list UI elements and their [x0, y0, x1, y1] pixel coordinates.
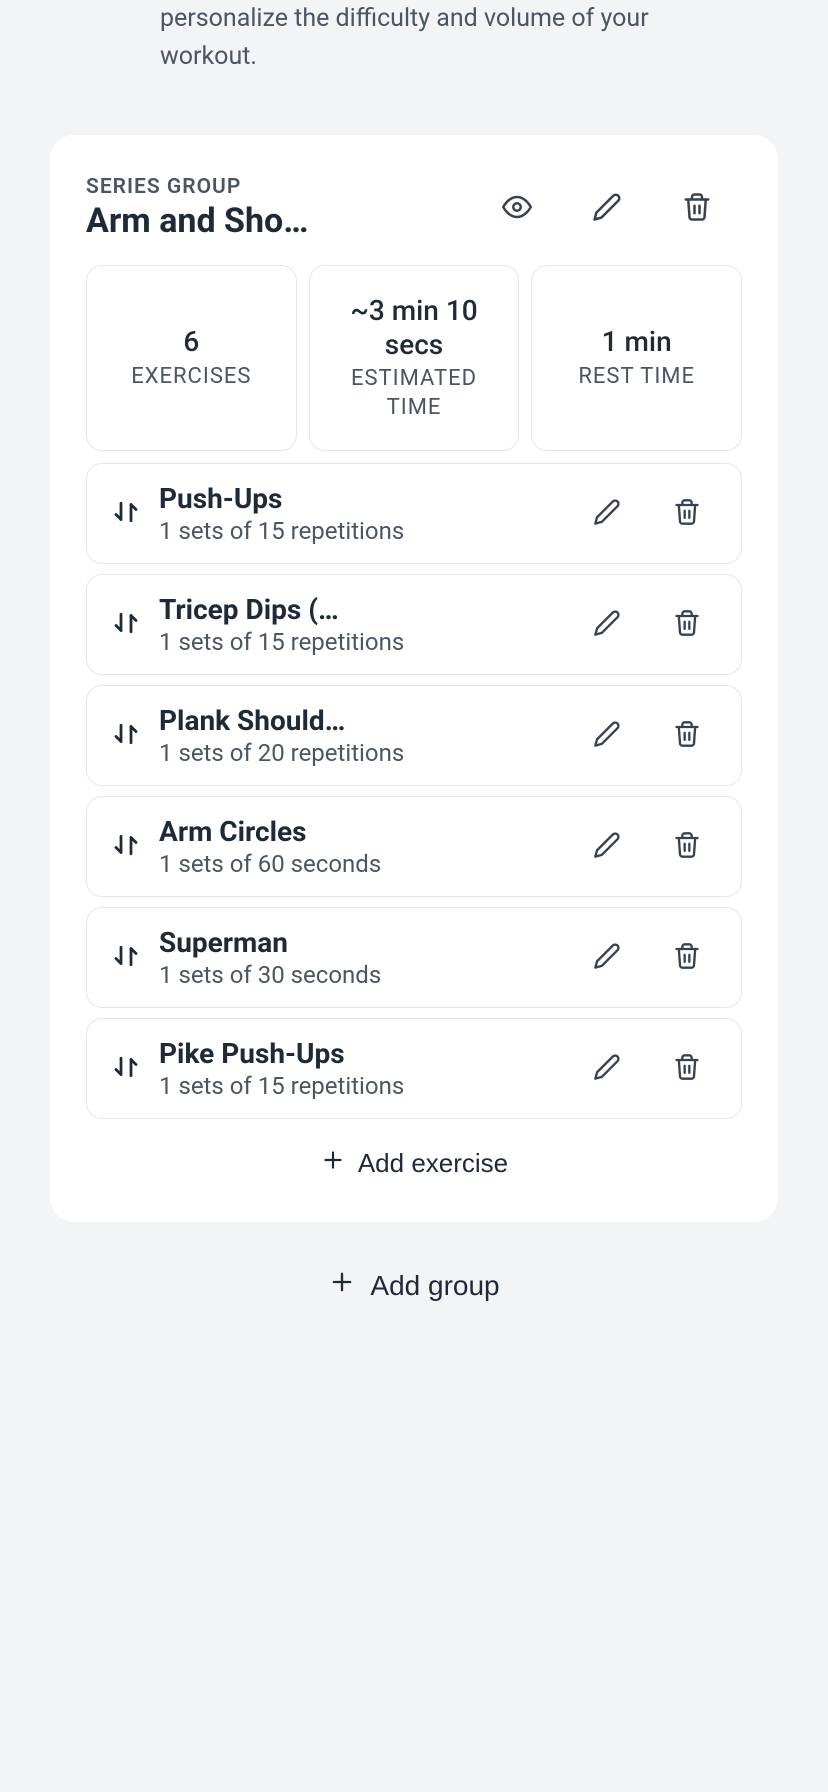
pencil-icon [593, 498, 621, 529]
exercise-name: Plank Should… [159, 704, 559, 737]
reorder-handle[interactable] [101, 822, 159, 872]
stat-label: REST TIME [578, 363, 695, 392]
exercise-name: Superman [159, 926, 559, 959]
trash-icon [673, 609, 701, 640]
add-group-label: Add group [370, 1270, 499, 1302]
reorder-handle[interactable] [101, 489, 159, 539]
trash-icon [673, 1053, 701, 1084]
exercise-row: Superman1 sets of 30 seconds [86, 907, 742, 1008]
edit-exercise-button[interactable] [567, 710, 647, 761]
stat-rest-time: 1 min REST TIME [531, 265, 742, 451]
exercise-detail: 1 sets of 15 repetitions [159, 1072, 559, 1100]
exercise-name: Push-Ups [159, 482, 559, 515]
sort-arrows-icon [111, 497, 141, 531]
group-header: SERIES GROUP Arm and Sho… [86, 175, 742, 241]
group-eyebrow: SERIES GROUP [86, 175, 472, 199]
reorder-handle[interactable] [101, 711, 159, 761]
delete-exercise-button[interactable] [647, 488, 727, 539]
add-exercise-label: Add exercise [358, 1148, 508, 1179]
series-group-card: SERIES GROUP Arm and Sho… 6 EXERCISES ~3… [50, 135, 778, 1222]
exercise-row: Arm Circles1 sets of 60 seconds [86, 796, 742, 897]
exercise-name: Tricep Dips (… [159, 593, 559, 626]
sort-arrows-icon [111, 830, 141, 864]
exercise-row: Tricep Dips (…1 sets of 15 repetitions [86, 574, 742, 675]
trash-icon [682, 192, 712, 225]
edit-group-button[interactable] [562, 176, 652, 241]
delete-group-button[interactable] [652, 176, 742, 241]
plus-icon [328, 1268, 356, 1303]
group-title: Arm and Sho… [86, 201, 316, 241]
exercise-info: Push-Ups1 sets of 15 repetitions [159, 482, 567, 545]
pencil-icon [593, 609, 621, 640]
pencil-icon [593, 1053, 621, 1084]
sort-arrows-icon [111, 719, 141, 753]
exercise-list: Push-Ups1 sets of 15 repetitionsTricep D… [86, 463, 742, 1119]
trash-icon [673, 720, 701, 751]
exercise-name: Pike Push-Ups [159, 1037, 559, 1070]
exercise-detail: 1 sets of 60 seconds [159, 850, 559, 878]
exercise-detail: 1 sets of 15 repetitions [159, 628, 559, 656]
edit-exercise-button[interactable] [567, 599, 647, 650]
exercise-info: Arm Circles1 sets of 60 seconds [159, 815, 567, 878]
pencil-icon [593, 720, 621, 751]
pencil-icon [593, 831, 621, 862]
add-group-button[interactable]: Add group [0, 1222, 828, 1349]
trash-icon [673, 498, 701, 529]
exercise-detail: 1 sets of 30 seconds [159, 961, 559, 989]
pencil-icon [592, 192, 622, 225]
exercise-row: Plank Should…1 sets of 20 repetitions [86, 685, 742, 786]
exercise-detail: 1 sets of 15 repetitions [159, 517, 559, 545]
trash-icon [673, 942, 701, 973]
delete-exercise-button[interactable] [647, 710, 727, 761]
exercise-row: Pike Push-Ups1 sets of 15 repetitions [86, 1018, 742, 1119]
stat-label: ESTIMATED TIME [322, 365, 507, 422]
delete-exercise-button[interactable] [647, 821, 727, 872]
sort-arrows-icon [111, 941, 141, 975]
reorder-handle[interactable] [101, 933, 159, 983]
stat-label: EXERCISES [131, 363, 251, 392]
intro-text: personalize the difficulty and volume of… [0, 0, 828, 135]
stat-exercises: 6 EXERCISES [86, 265, 297, 451]
stat-estimated-time: ~3 min 10 secs ESTIMATED TIME [309, 265, 520, 451]
exercise-info: Plank Should…1 sets of 20 repetitions [159, 704, 567, 767]
delete-exercise-button[interactable] [647, 599, 727, 650]
stat-value: ~3 min 10 secs [322, 294, 507, 361]
edit-exercise-button[interactable] [567, 1043, 647, 1094]
exercise-info: Tricep Dips (…1 sets of 15 repetitions [159, 593, 567, 656]
sort-arrows-icon [111, 1052, 141, 1086]
eye-icon [502, 192, 532, 225]
exercise-detail: 1 sets of 20 repetitions [159, 739, 559, 767]
edit-exercise-button[interactable] [567, 488, 647, 539]
reorder-handle[interactable] [101, 1044, 159, 1094]
stats-row: 6 EXERCISES ~3 min 10 secs ESTIMATED TIM… [86, 265, 742, 451]
plus-icon [320, 1147, 346, 1180]
pencil-icon [593, 942, 621, 973]
delete-exercise-button[interactable] [647, 1043, 727, 1094]
exercise-row: Push-Ups1 sets of 15 repetitions [86, 463, 742, 564]
view-group-button[interactable] [472, 176, 562, 241]
exercise-info: Pike Push-Ups1 sets of 15 repetitions [159, 1037, 567, 1100]
stat-value: 6 [183, 325, 199, 359]
reorder-handle[interactable] [101, 600, 159, 650]
group-title-wrap: SERIES GROUP Arm and Sho… [86, 175, 472, 241]
sort-arrows-icon [111, 608, 141, 642]
delete-exercise-button[interactable] [647, 932, 727, 983]
stat-value: 1 min [602, 325, 672, 359]
edit-exercise-button[interactable] [567, 932, 647, 983]
edit-exercise-button[interactable] [567, 821, 647, 872]
exercise-name: Arm Circles [159, 815, 559, 848]
exercise-info: Superman1 sets of 30 seconds [159, 926, 567, 989]
trash-icon [673, 831, 701, 862]
add-exercise-button[interactable]: Add exercise [86, 1119, 742, 1192]
